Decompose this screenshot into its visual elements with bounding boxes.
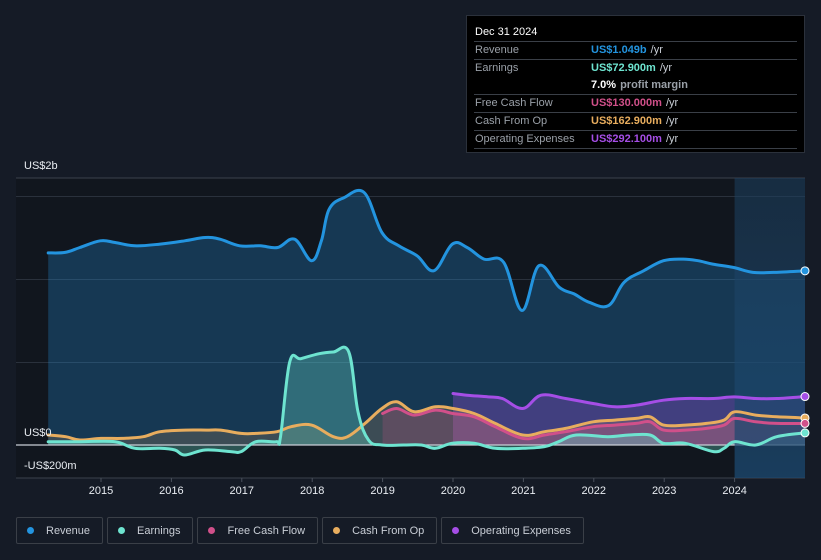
tooltip-row-free-cash-flow: Free Cash Flow US$130.000m /yr [474, 95, 797, 113]
tooltip-row-cash-from-op: Cash From Op US$162.900m /yr [474, 113, 797, 131]
legend-dot-icon [333, 527, 341, 534]
tooltip-label [474, 77, 591, 94]
tooltip-unit: /yr [665, 97, 679, 109]
tooltip-row-earnings: Earnings US$72.900m /yr [474, 60, 797, 77]
tooltip-label: Operating Expenses [475, 133, 575, 145]
x-tick-label: 2017 [229, 485, 255, 497]
end-marker-free-cash-flow [800, 418, 810, 428]
tooltip-row-revenue: Revenue US$1.049b /yr [474, 42, 797, 60]
tooltip-row-profit-margin: 7.0% profit margin [474, 77, 797, 95]
x-tick-label: 2020 [440, 485, 466, 497]
y-tick-label-bottom: -US$200m [24, 460, 77, 472]
chart-legend: Revenue Earnings Free Cash Flow Cash Fro… [16, 517, 584, 544]
x-tick-label: 2015 [88, 485, 114, 497]
tooltip-panel: Dec 31 2024 Revenue US$1.049b /yr Earnin… [466, 15, 805, 153]
x-tick-label: 2019 [370, 485, 395, 497]
legend-dot-icon [452, 527, 460, 534]
tooltip-label: Revenue [475, 44, 520, 56]
legend-label: Operating Expenses [471, 524, 571, 537]
x-tick-label: 2023 [651, 485, 677, 497]
tooltip-value: US$130.000m [591, 97, 662, 109]
tooltip-row-operating-expenses: Operating Expenses US$292.100m /yr [474, 131, 797, 149]
end-marker-revenue [800, 266, 810, 276]
tooltip-unit: /yr [659, 62, 673, 74]
legend-item-operating-expenses[interactable]: Operating Expenses [441, 517, 584, 544]
tooltip-unit: /yr [665, 115, 679, 127]
profit-margin-label: profit margin [620, 79, 688, 91]
legend-label: Revenue [46, 524, 91, 537]
y-tick-label-top: US$2b [24, 160, 58, 172]
legend-dot-icon [27, 527, 34, 534]
tooltip-label: Free Cash Flow [475, 97, 553, 109]
tooltip-value: US$1.049b [591, 44, 647, 56]
end-marker-operating-expenses [800, 392, 810, 402]
legend-label: Free Cash Flow [227, 524, 306, 537]
x-tick-label: 2016 [159, 485, 184, 497]
tooltip-unit: /yr [665, 133, 679, 145]
legend-item-cash-from-op[interactable]: Cash From Op [322, 517, 438, 544]
legend-dot-icon [208, 527, 216, 534]
legend-item-free-cash-flow[interactable]: Free Cash Flow [197, 517, 319, 544]
legend-dot-icon [118, 527, 126, 534]
tooltip-label: Earnings [475, 62, 519, 74]
tooltip-date: Dec 31 2024 [474, 24, 797, 42]
tooltip-unit: /yr [650, 44, 663, 56]
x-tick-label: 2018 [299, 485, 325, 497]
profit-margin-value: 7.0% [591, 79, 617, 91]
tooltip-value: US$72.900m [591, 62, 656, 74]
y-tick-label-zero: US$0 [24, 427, 52, 439]
tooltip-label: Cash From Op [475, 115, 548, 127]
legend-item-earnings[interactable]: Earnings [107, 517, 194, 544]
end-marker-earnings [800, 428, 810, 438]
x-tick-label: 2022 [581, 485, 607, 497]
x-tick-label: 2021 [511, 485, 536, 497]
x-tick-label: 2024 [722, 485, 747, 497]
tooltip-value: US$162.900m [591, 115, 662, 127]
legend-item-revenue[interactable]: Revenue [16, 517, 104, 544]
legend-label: Earnings [137, 524, 181, 537]
legend-label: Cash From Op [352, 524, 425, 537]
tooltip-value: US$292.100m [591, 133, 662, 145]
